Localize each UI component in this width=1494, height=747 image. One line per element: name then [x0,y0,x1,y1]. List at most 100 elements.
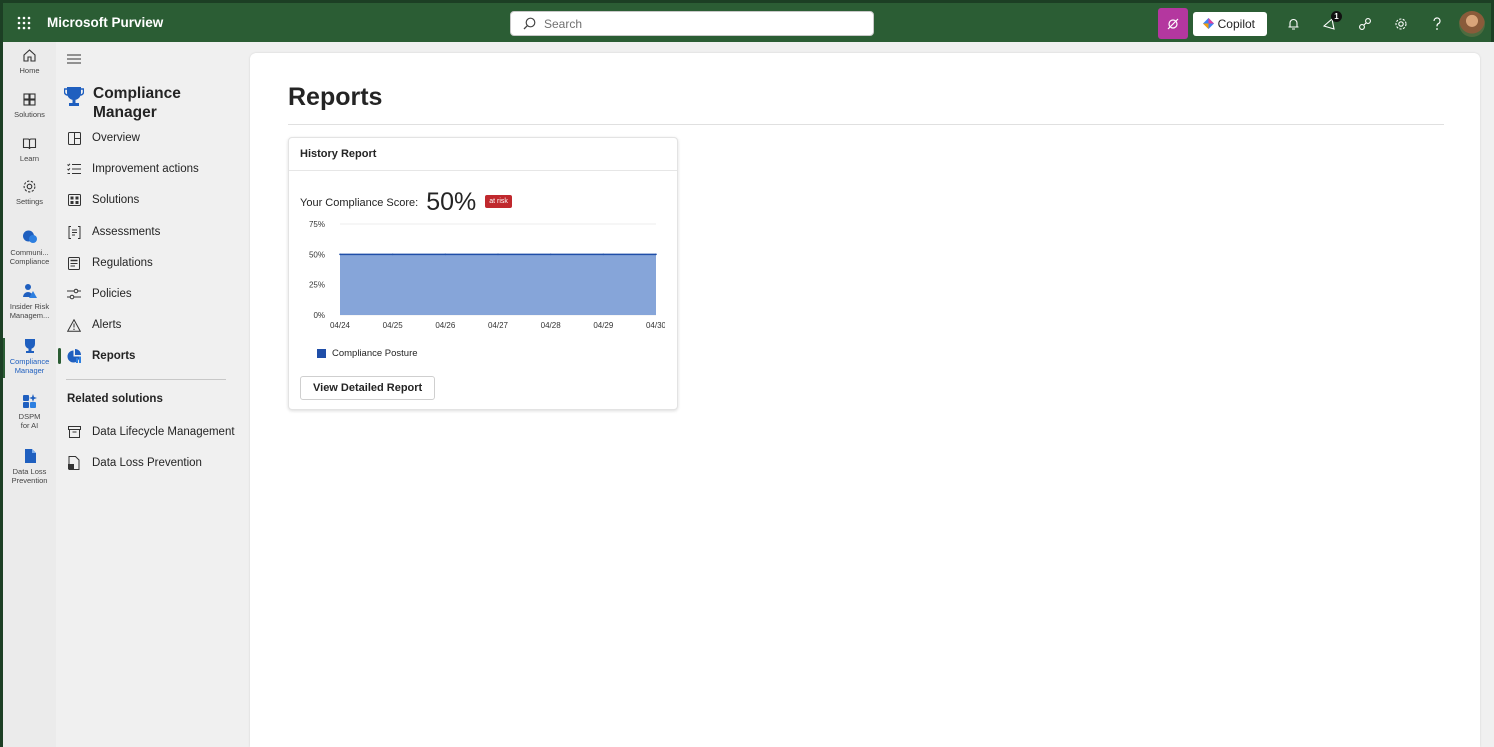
warning-icon [66,317,82,333]
notification-badge: 1 [1331,11,1342,22]
nav-item-label: Data Lifecycle Management [92,426,235,438]
solutions-icon [66,192,82,208]
nav-item-label: Regulations [92,257,153,269]
legend-swatch [317,349,326,358]
rail-item-compliance-manager[interactable]: Compliance Manager [3,338,56,375]
x-tick-label: 04/30 [646,321,665,330]
x-tick-label: 04/25 [383,321,404,330]
score-label: Your Compliance Score: [300,196,419,209]
nav-item-data-loss-prevention[interactable]: Data Loss Prevention [66,451,202,475]
rail-item-learn[interactable]: Learn [3,136,56,163]
assessment-icon [66,224,82,240]
rail-item-insider-risk[interactable]: Insider Risk Managem... [3,283,56,320]
title-divider [288,124,1444,125]
copilot-label: Copilot [1217,16,1255,31]
rail-item-solutions[interactable]: Solutions [3,92,56,119]
y-tick-label: 25% [309,281,325,290]
compliance-score-row: Your Compliance Score: 50% at risk [300,188,512,217]
rail-label: Insider Risk Managem... [9,302,50,320]
nav-item-regulations[interactable]: Regulations [66,251,153,275]
gear-icon [1395,17,1407,30]
reports-icon [66,348,82,364]
history-report-card: History Report Your Compliance Score: 50… [288,137,678,410]
dspm-icon [22,394,37,408]
card-title: History Report [289,138,677,171]
data-point [549,253,552,256]
nav-item-label: Data Loss Prevention [92,457,202,469]
nav-title: Compliance Manager [93,85,181,121]
nav-item-label: Alerts [92,319,122,331]
bell-icon [1288,18,1298,30]
rail-item-dspm-for-ai[interactable]: DSPM for AI [3,393,56,430]
nav-item-assessments[interactable]: Assessments [66,220,160,244]
notifications-button[interactable] [1275,8,1311,39]
view-detailed-report-button[interactable]: View Detailed Report [300,376,436,400]
nav-item-label: Solutions [92,194,140,206]
app-launcher-button[interactable] [5,16,43,30]
announcements-button[interactable]: 1 [1311,8,1347,39]
nav-item-improvement-actions[interactable]: Improvement actions [66,157,199,181]
app-title[interactable]: Microsoft Purview [47,15,163,30]
agent-icon [1167,18,1179,29]
dlp-icon [24,449,36,463]
top-bar: Microsoft Purview Search Copilot 1 [0,0,1494,42]
waffle-icon [17,16,31,29]
search-input[interactable]: Search [510,11,874,36]
rail-item-settings[interactable]: Settings [3,179,56,206]
nav-item-reports[interactable]: Reports [66,344,135,368]
trophy-icon [64,87,84,106]
rail-item-home[interactable]: Home [3,48,56,75]
rail-item-data-loss-prevention[interactable]: Data Loss Prevention [3,448,56,485]
data-point [444,253,447,256]
nav-item-label: Assessments [92,226,161,238]
connections-button[interactable] [1347,8,1383,39]
nav-item-data-lifecycle-management[interactable]: Data Lifecycle Management [66,420,235,444]
home-icon [23,49,36,62]
help-icon [1433,16,1441,30]
link-icon [1359,17,1371,30]
copilot-button[interactable]: Copilot [1192,11,1267,36]
nav-item-alerts[interactable]: Alerts [66,313,121,337]
data-point [655,253,657,256]
series-area [340,254,656,315]
rail-label: Learn [19,154,40,163]
gear-icon [23,180,36,193]
compliance-portal-button[interactable] [1157,8,1188,39]
history-chart: 0% 25% 50% 75% 04/24 04/25 04/26 04/27 04/28 04/2… [309,220,665,330]
toolbar-right: Copilot 1 [1157,8,1485,39]
nav-item-overview[interactable]: Overview [66,126,140,150]
trophy-icon [24,339,35,353]
x-tick-label: 04/26 [435,321,456,330]
risk-badge: at risk [485,195,512,208]
help-button[interactable] [1419,8,1455,39]
overview-icon [66,130,82,146]
search-icon [523,17,536,30]
nav-item-label: Overview [92,132,140,144]
x-tick-label: 04/28 [541,321,562,330]
data-point [339,253,341,256]
score-value: 50% [426,188,477,216]
rail-label: DSPM for AI [18,412,41,430]
avatar[interactable] [1459,10,1485,37]
nav-item-solutions[interactable]: Solutions [66,188,139,212]
chart-legend: Compliance Posture [317,348,418,359]
checklist-icon [66,161,82,177]
rail-label: Compliance Manager [9,357,50,375]
main-content: Reports History Report Your Compliance S… [250,53,1480,747]
rail-label: Home [19,66,40,75]
secondary-nav: Compliance Manager Overview Improvement … [56,42,250,747]
rail-label: Solutions [14,110,45,119]
nav-item-policies[interactable]: Policies [66,282,132,306]
related-solutions-heading: Related solutions [67,393,163,405]
settings-button[interactable] [1383,8,1419,39]
chat-bubbles-icon [22,230,37,243]
data-point [497,253,499,256]
nav-divider [66,379,226,380]
collapse-nav-button[interactable] [67,51,81,69]
hamburger-icon [67,54,81,64]
rail-item-communication-compliance[interactable]: Communi... Compliance [3,229,56,266]
archive-icon [66,424,82,440]
search-placeholder: Search [544,16,583,31]
regulations-icon [66,255,82,271]
insider-risk-icon [22,284,37,298]
